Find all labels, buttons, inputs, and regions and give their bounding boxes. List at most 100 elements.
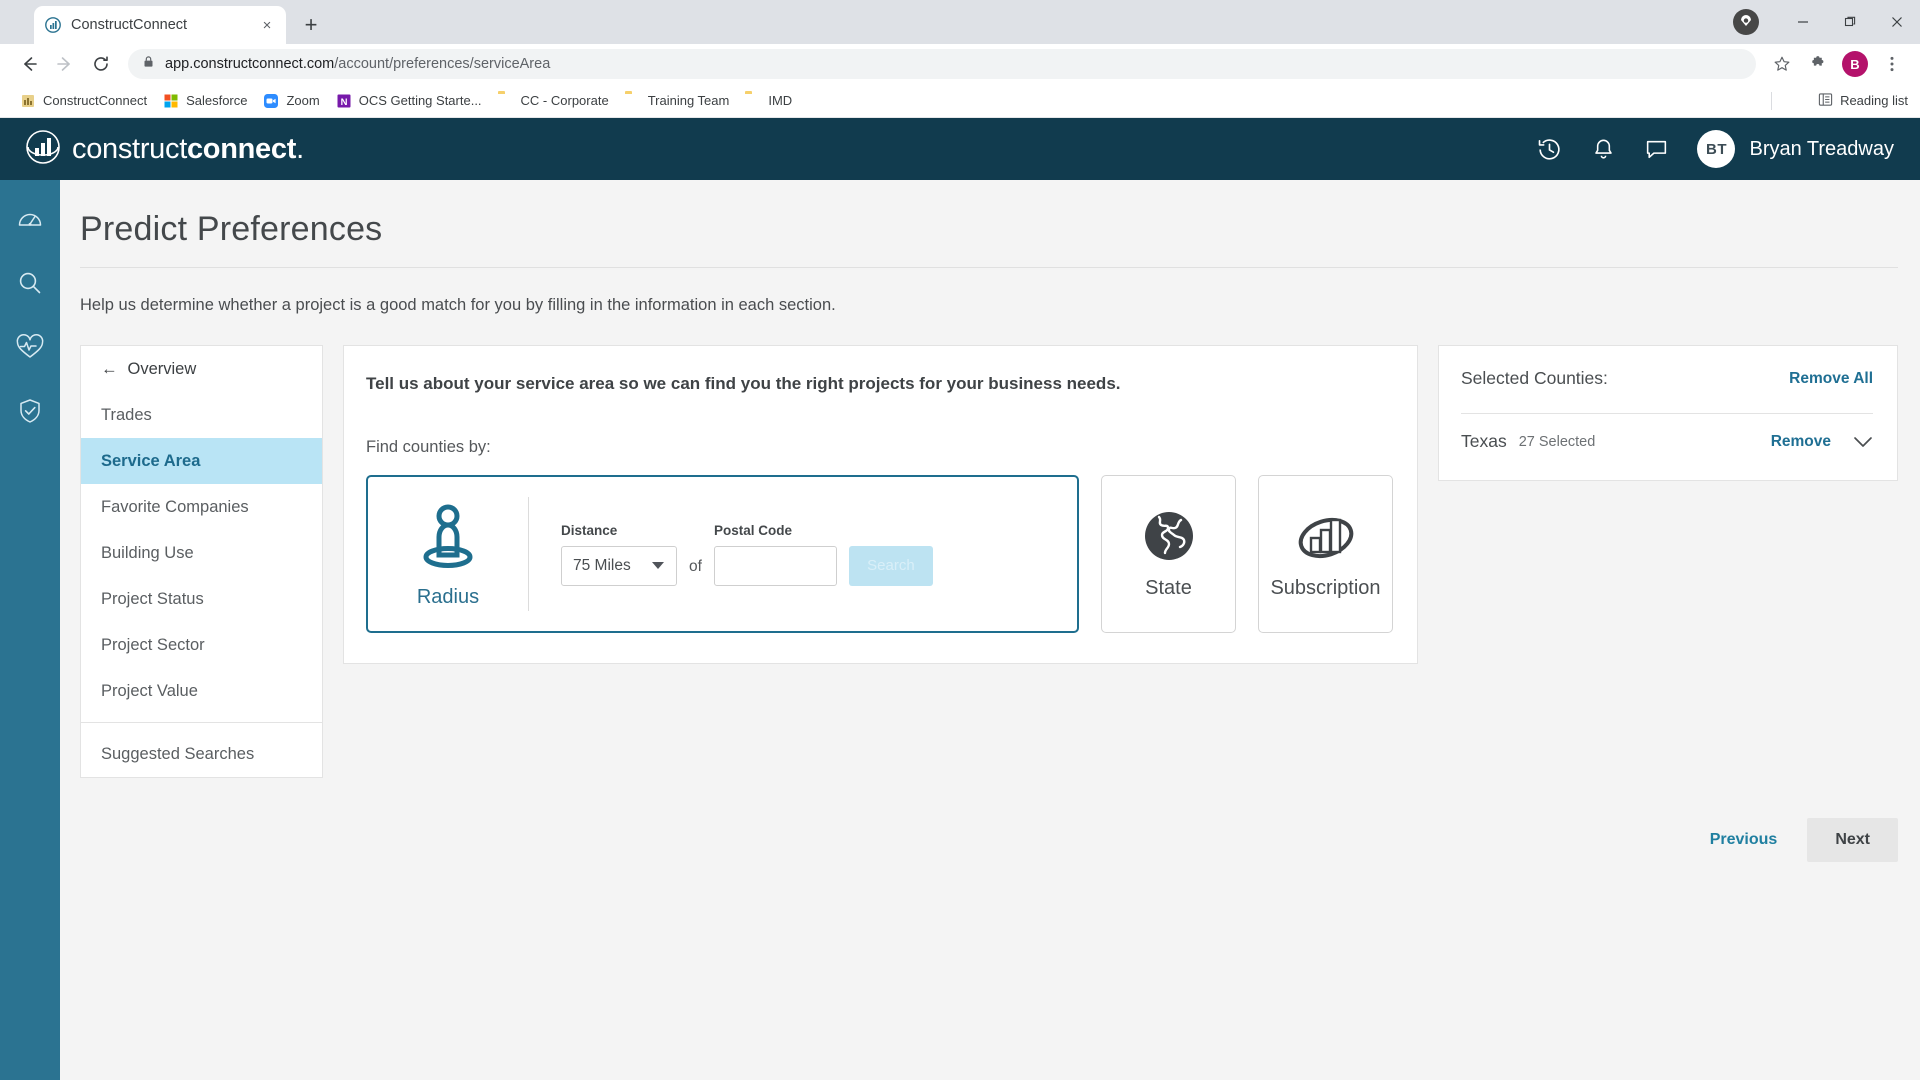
app-header: constructconnect. BT Bryan Treadway — [0, 118, 1920, 180]
constructconnect-favicon — [44, 17, 61, 34]
chat-icon[interactable] — [1644, 137, 1669, 162]
avatar: BT — [1697, 130, 1736, 168]
new-tab-button[interactable]: + — [296, 10, 326, 40]
close-tab-icon[interactable]: × — [258, 16, 276, 34]
address-bar[interactable]: app.constructconnect.com/account/prefere… — [128, 49, 1756, 79]
selected-counties-header: Selected Counties: Remove All — [1461, 368, 1873, 389]
reload-icon[interactable] — [84, 47, 118, 81]
kebab-menu-icon[interactable] — [1876, 48, 1908, 80]
remove-county-button[interactable]: Remove — [1771, 433, 1831, 451]
sidebar-item-suggested-searches[interactable]: Suggested Searches — [81, 731, 322, 777]
sidebar-item-project-status[interactable]: Project Status — [81, 576, 322, 622]
mode-card-label: State — [1145, 577, 1192, 599]
sidebar-item-project-value[interactable]: Project Value — [81, 668, 322, 714]
sidebar-item-service-area[interactable]: Service Area — [81, 438, 322, 484]
bookmark-star-icon[interactable] — [1766, 48, 1798, 80]
page-title: Predict Preferences — [80, 210, 383, 248]
bookmark-label: Training Team — [647, 93, 730, 108]
distance-label: Distance — [561, 522, 618, 538]
sidebar-item-label: Service Area — [101, 451, 201, 470]
service-area-lead: Tell us about your service area so we ca… — [366, 374, 1121, 393]
bookmark-zoom[interactable]: Zoom — [255, 89, 327, 113]
bookmark-label: ConstructConnect — [43, 93, 148, 108]
bookmark-cc-corporate[interactable]: CC - Corporate — [490, 89, 617, 113]
bookmark-constructconnect[interactable]: ConstructConnect — [12, 89, 155, 113]
sidebar-item-overview[interactable]: ← Overview — [81, 346, 322, 392]
chevron-down-icon — [652, 562, 664, 569]
wizard-footer-actions: Previous Next — [60, 818, 1920, 862]
mode-card-subscription[interactable]: Subscription — [1258, 475, 1393, 633]
shield-check-icon[interactable] — [13, 394, 47, 428]
icon-rail — [0, 180, 60, 1080]
user-menu[interactable]: BT Bryan Treadway — [1697, 130, 1894, 168]
window-minimize-button[interactable] — [1779, 0, 1826, 44]
mode-card-label: Radius — [416, 586, 480, 608]
chevron-down-icon[interactable] — [1853, 436, 1873, 448]
sidebar-item-project-sector[interactable]: Project Sector — [81, 622, 322, 668]
bookmark-label: CC - Corporate — [520, 93, 609, 108]
bookmark-salesforce[interactable]: Salesforce — [155, 89, 255, 113]
bell-icon[interactable] — [1591, 137, 1616, 162]
bookmark-label: Salesforce — [186, 93, 248, 108]
search-button[interactable]: Search — [848, 545, 933, 586]
mode-card-radius[interactable]: Radius Distance 75 Miles of Postal Code … — [366, 475, 1079, 633]
bookmark-training-team[interactable]: Training Team — [617, 89, 738, 113]
folder-icon — [625, 93, 641, 109]
postal-code-label: Postal Code — [713, 522, 792, 538]
page-content: Predict Preferences Help us determine wh… — [60, 180, 1920, 1080]
microsoft-icon — [163, 93, 179, 109]
sidebar-item-building-use[interactable]: Building Use — [81, 530, 322, 576]
sidebar-item-favorite-companies[interactable]: Favorite Companies — [81, 484, 322, 530]
search-icon[interactable] — [13, 266, 47, 300]
panels-row: ← Overview Trades Service Area Favorite … — [60, 345, 1920, 778]
county-row-actions: Remove — [1771, 433, 1873, 451]
distance-select-value: 75 Miles — [573, 556, 631, 574]
bookmark-label: IMD — [768, 93, 793, 108]
dashboard-gauge-icon[interactable] — [13, 202, 47, 236]
location-person-pin-icon — [416, 499, 480, 582]
heartbeat-icon[interactable] — [13, 330, 47, 364]
window-controls — [1733, 0, 1920, 44]
reading-list-button[interactable]: Reading list — [1818, 92, 1908, 110]
remove-all-button[interactable]: Remove All — [1789, 370, 1873, 388]
lock-icon — [142, 55, 155, 73]
sidebar-item-trades[interactable]: Trades — [81, 392, 322, 438]
radius-search-form: Distance 75 Miles of Postal Code Search — [529, 523, 933, 586]
reading-list-icon — [1818, 92, 1833, 110]
mode-card-state[interactable]: State — [1101, 475, 1236, 633]
bookmark-imd[interactable]: IMD — [737, 89, 800, 113]
postal-code-input[interactable] — [713, 545, 837, 586]
history-icon[interactable] — [1536, 136, 1563, 163]
reading-list-label: Reading list — [1840, 93, 1908, 108]
window-maximize-button[interactable] — [1826, 0, 1873, 44]
bookmark-label: Zoom — [286, 93, 320, 108]
puzzle-icon[interactable] — [1802, 48, 1834, 80]
sidebar-item-label: Suggested Searches — [101, 744, 255, 763]
sidebar-item-label: Building Use — [101, 543, 194, 562]
onenote-icon: N — [336, 93, 352, 109]
profile-chip-icon[interactable] — [1733, 9, 1759, 35]
county-count-label: 27 Selected — [1518, 433, 1596, 450]
sidebar-item-label: Favorite Companies — [101, 497, 249, 516]
bookmark-ocs-getting-started[interactable]: N OCS Getting Starte... — [328, 89, 490, 113]
previous-button[interactable]: Previous — [1706, 821, 1782, 859]
next-button[interactable]: Next — [1807, 818, 1898, 862]
window-close-button[interactable] — [1873, 0, 1920, 44]
of-label: of — [689, 557, 702, 575]
sidebar-item-label: Overview — [127, 359, 197, 378]
sidebar-item-label: Project Status — [101, 589, 204, 608]
constructconnect-logo[interactable]: constructconnect. — [22, 128, 304, 171]
sidebar-item-label: Trades — [101, 405, 152, 424]
sidebar-item-label: Project Sector — [101, 635, 205, 654]
county-state-label: Texas — [1461, 431, 1507, 451]
browser-profile-avatar[interactable]: B — [1842, 51, 1868, 77]
browser-tab[interactable]: ConstructConnect × — [34, 6, 286, 44]
distance-select[interactable]: 75 Miles — [561, 545, 677, 586]
preferences-nav: ← Overview Trades Service Area Favorite … — [80, 345, 323, 778]
app-body: Predict Preferences Help us determine wh… — [0, 180, 1920, 1080]
nav-divider — [81, 722, 322, 723]
forward-icon[interactable] — [48, 47, 82, 81]
user-name: Bryan Treadway — [1749, 137, 1894, 160]
back-icon[interactable] — [12, 47, 46, 81]
distance-field: Distance 75 Miles — [561, 523, 677, 586]
